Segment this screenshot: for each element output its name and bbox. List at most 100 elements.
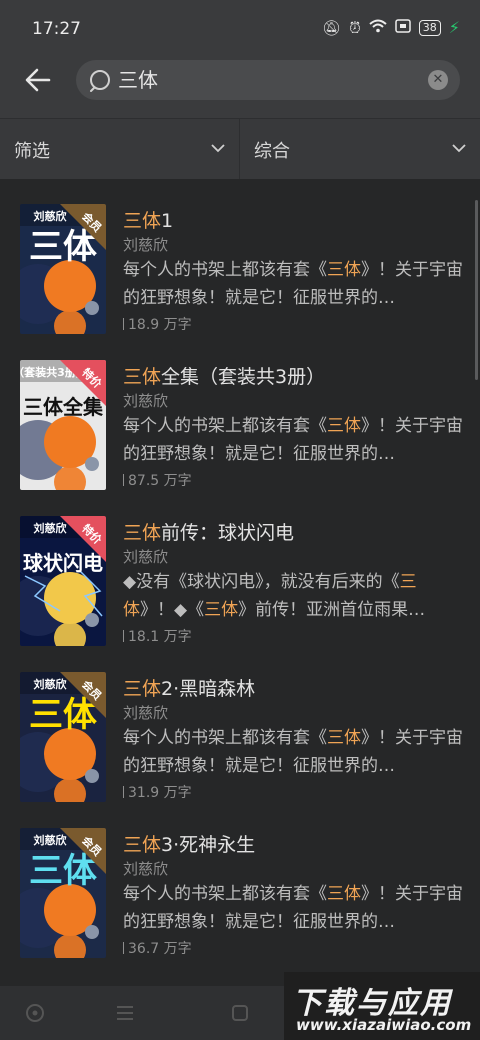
sort-label: 综合 [254, 141, 290, 162]
book-item[interactable]: 三体 刘慈欣 会员 三体1 刘慈欣 每个人的书架上都该有套《三体》！关于宇宙的狂野想象！就… [0, 190, 480, 346]
book-item[interactable]: 三体 刘慈欣 会员 三体3·死神永生 刘慈欣 每个人的书架上都该有套《三体》！关于宇宙的狂… [0, 814, 480, 970]
book-cover[interactable]: 三体 刘慈欣 会员 [20, 672, 106, 802]
desc-text: 每个人的书架上都该有套《 [123, 260, 327, 280]
desc-text: 每个人的书架上都该有套《 [123, 728, 327, 748]
book-description: 每个人的书架上都该有套《三体》！关于宇宙的狂野想象！就是它！征服世界的… [123, 412, 463, 468]
menu-nav-icon[interactable] [112, 1000, 138, 1026]
word-count: 18.1 万字 [123, 626, 192, 646]
desc-highlight: 三体 [327, 416, 361, 436]
divider [123, 786, 124, 798]
title-rest: 1 [161, 210, 174, 232]
desc-text: 每个人的书架上都该有套《 [123, 416, 327, 436]
word-count-text: 36.7 万字 [128, 941, 192, 957]
cover-title: 三体 [29, 227, 97, 267]
word-count-text: 18.1 万字 [128, 629, 192, 645]
recents-nav-icon[interactable] [227, 1000, 253, 1026]
desc-highlight: 三体 [327, 260, 361, 280]
title-rest: 3·死神永生 [161, 834, 256, 856]
title-rest: 2·黑暗森林 [161, 678, 256, 700]
scrollbar[interactable] [475, 200, 478, 380]
desc-text: 》前传！亚洲首位雨果… [238, 600, 426, 620]
cover-title: 三体全集 [23, 395, 104, 419]
word-count: 31.9 万字 [123, 782, 192, 802]
book-item[interactable]: 三体全集 （套装共3册） 特价 三体全集（套装共3册） 刘慈欣 每个人的书架上都该有套《三… [0, 346, 480, 502]
book-author: 刘慈欣 [123, 860, 169, 878]
cover-title: 三体 [29, 851, 97, 891]
word-count: 36.7 万字 [123, 938, 192, 958]
title-highlight: 三体 [123, 678, 162, 700]
word-count-text: 87.5 万字 [128, 473, 192, 489]
book-title[interactable]: 三体全集（套装共3册） [123, 362, 325, 389]
book-cover[interactable]: 三体 刘慈欣 会员 [20, 204, 106, 334]
status-bar: 17:27 🔕︎ ⏰︎ 38 ⚡︎ [0, 0, 480, 42]
back-button[interactable] [20, 62, 56, 98]
book-cover[interactable]: 三体 刘慈欣 会员 [20, 828, 106, 958]
desc-highlight: 三体 [327, 728, 361, 748]
alarm-icon: ⏰︎ [349, 18, 361, 37]
book-description: 每个人的书架上都该有套《三体》！关于宇宙的狂野想象！就是它！征服世界的… [123, 256, 463, 312]
cover-author: 刘慈欣 [34, 833, 68, 847]
title-highlight: 三体 [123, 522, 162, 544]
book-title[interactable]: 三体3·死神永生 [123, 830, 255, 857]
search-query[interactable]: 三体 [118, 68, 158, 92]
book-cover[interactable]: 三体全集 （套装共3册） 特价 [20, 360, 106, 490]
desc-highlight: 三体 [204, 600, 239, 620]
book-description: 每个人的书架上都该有套《三体》！关于宇宙的狂野想象！就是它！征服世界的… [123, 724, 463, 780]
cover-title: 球状闪电 [23, 551, 103, 575]
title-rest: 全集（套装共3册） [161, 366, 326, 388]
book-title[interactable]: 三体1 [123, 206, 173, 233]
cover-author: 刘慈欣 [34, 677, 68, 691]
word-count: 18.9 万字 [123, 314, 192, 334]
sim-icon [395, 18, 411, 37]
cover-title: 三体 [29, 695, 97, 735]
book-title[interactable]: 三体2·黑暗森林 [123, 674, 255, 701]
book-author: 刘慈欣 [123, 236, 169, 254]
desc-text: 》！◆《 [140, 600, 205, 620]
home-nav-icon[interactable] [22, 1000, 48, 1026]
book-item[interactable]: 三体 刘慈欣 会员 三体2·黑暗森林 刘慈欣 每个人的书架上都该有套《三体》！关于宇宙的狂… [0, 658, 480, 814]
cover-author: 刘慈欣 [34, 521, 68, 535]
charging-icon: ⚡︎ [448, 18, 460, 37]
divider [123, 630, 124, 642]
divider [123, 942, 124, 954]
filter-bar: 筛选 综合 [0, 118, 480, 179]
watermark-url: www.xiazaiwiao.com [296, 1016, 472, 1034]
desc-text: ◆没有《球状闪电》，就没有后来的《 [123, 572, 400, 592]
sort-dropdown[interactable]: 综合 [240, 119, 480, 179]
word-count-text: 18.9 万字 [128, 317, 192, 333]
book-list: 三体 刘慈欣 会员 三体1 刘慈欣 每个人的书架上都该有套《三体》！关于宇宙的狂野想象！就… [0, 190, 480, 970]
battery-icon: 38 [418, 19, 441, 36]
book-cover[interactable]: 球状闪电 刘慈欣 特价 [20, 516, 106, 646]
chevron-down-icon [211, 144, 225, 153]
book-item[interactable]: 球状闪电 刘慈欣 特价 三体前传：球状闪电 刘慈欣 ◆没有《球状闪电》，就没有后来的《三体… [0, 502, 480, 658]
book-author: 刘慈欣 [123, 548, 169, 566]
filter-label: 筛选 [14, 141, 50, 162]
title-highlight: 三体 [123, 834, 162, 856]
book-description: ◆没有《球状闪电》，就没有后来的《三体》！◆《三体》前传！亚洲首位雨果… [123, 568, 463, 624]
book-title[interactable]: 三体前传：球状闪电 [123, 518, 294, 545]
desc-highlight: 三体 [327, 884, 361, 904]
watermark-logo: 下载与应用 www.xiazaiwiao.com [284, 972, 480, 1040]
book-author: 刘慈欣 [123, 392, 169, 410]
title-rest: 前传：球状闪电 [161, 522, 295, 544]
clear-icon[interactable]: ✕ [428, 70, 448, 90]
cover-author: 刘慈欣 [34, 209, 68, 223]
chevron-down-icon [452, 144, 466, 153]
back-arrow-icon [25, 68, 51, 92]
status-time: 17:27 [32, 19, 81, 39]
word-count: 87.5 万字 [123, 470, 192, 490]
search-input[interactable]: 三体 ✕ [76, 60, 460, 100]
status-icons: 🔕︎ ⏰︎ 38 ⚡︎ [322, 18, 460, 37]
word-count-text: 31.9 万字 [128, 785, 192, 801]
mute-icon: 🔕︎ [322, 18, 342, 37]
title-highlight: 三体 [123, 210, 162, 232]
book-author: 刘慈欣 [123, 704, 169, 722]
book-description: 每个人的书架上都该有套《三体》！关于宇宙的狂野想象！就是它！征服世界的… [123, 880, 463, 936]
divider [123, 474, 124, 486]
title-highlight: 三体 [123, 366, 162, 388]
divider [123, 318, 124, 330]
search-icon [90, 70, 110, 92]
wifi-icon [369, 19, 387, 37]
search-header: 三体 ✕ [0, 42, 480, 118]
filter-dropdown[interactable]: 筛选 [0, 119, 240, 179]
